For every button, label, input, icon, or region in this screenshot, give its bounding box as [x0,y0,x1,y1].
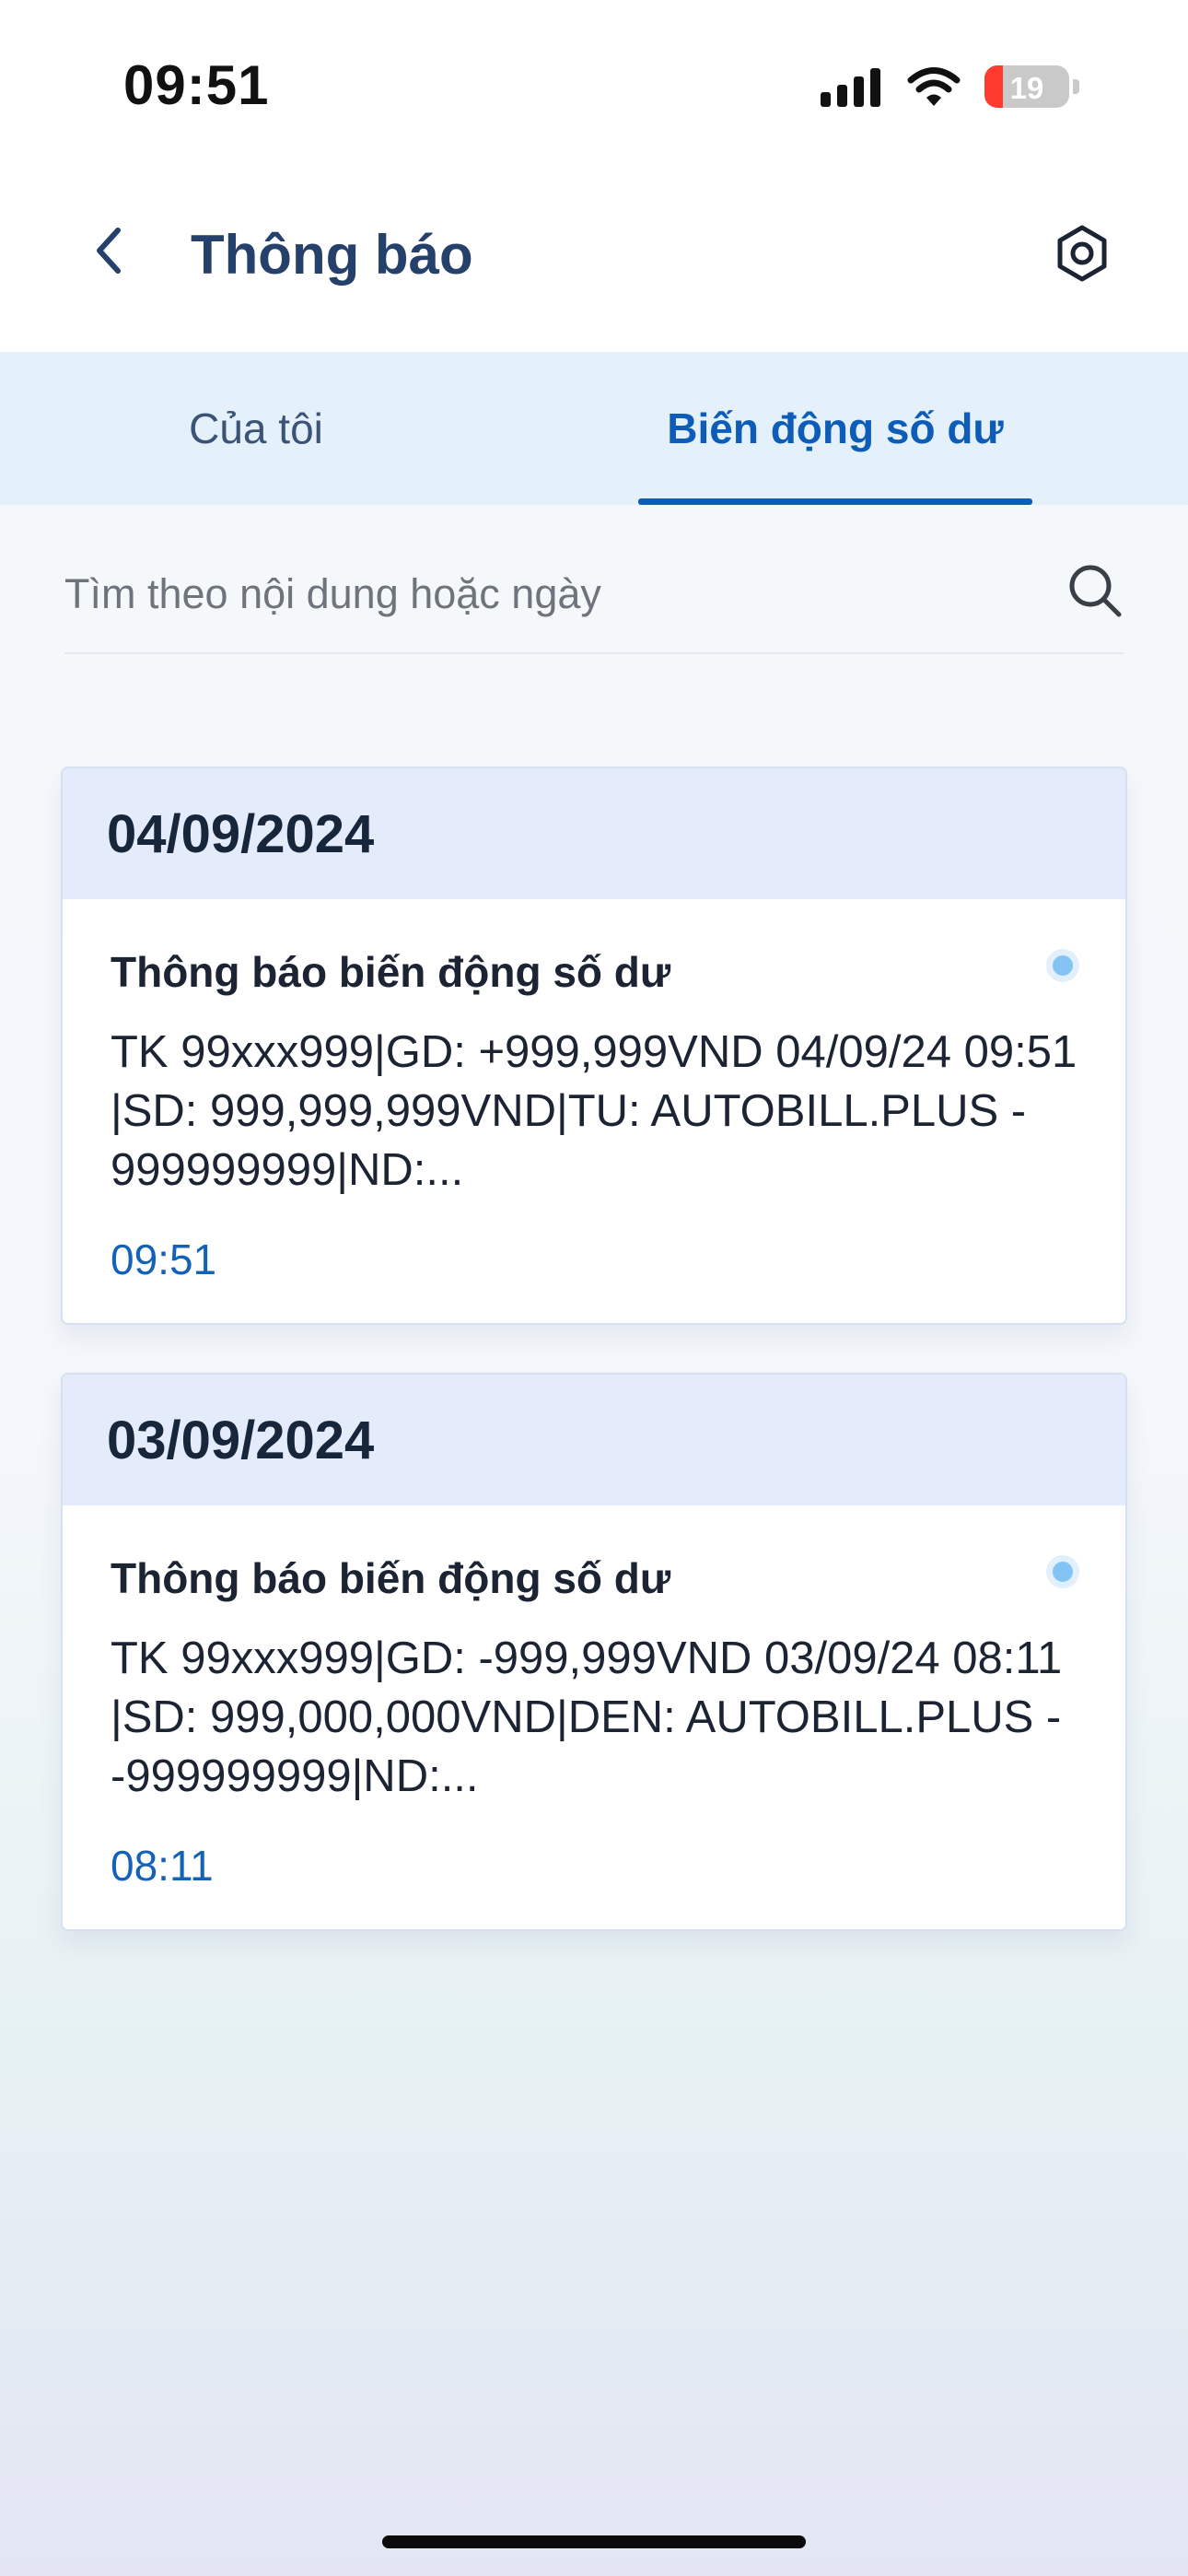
tab-balance-changes[interactable]: Biến động số dư [638,352,1032,505]
notification-body: TK 99xxx999|GD: +999,999VND 04/09/24 09:… [111,1027,1077,1195]
battery-icon: 19 [984,65,1069,108]
chevron-left-icon [97,228,121,274]
notification-title: Thông báo biến động số dư [111,948,671,996]
battery-level-text: 19 [1009,71,1044,105]
battery-cap [1073,79,1079,94]
gear-icon [1057,225,1107,282]
active-tab-indicator [638,498,1032,505]
notification-body: TK 99xxx999|GD: -999,999VND 03/09/24 08:… [111,1633,1063,1801]
home-indicator [382,2535,806,2548]
notification-time: 08:11 [111,1842,214,1890]
tab-my-notifications[interactable]: Của tôi [0,352,512,505]
unread-indicator [1046,949,1079,982]
wifi-icon [907,67,961,106]
unread-indicator [1046,1555,1079,1588]
notification-card[interactable]: 04/09/2024 Thông báo biến động số dư TK … [61,767,1127,1325]
status-icons: 19 [821,64,1079,109]
search-input[interactable] [64,562,985,626]
tab-bar: Của tôi Biến động số dư [0,352,1188,505]
notification-date-header: 04/09/2024 [63,768,1125,899]
status-time: 09:51 [123,54,270,116]
search-bar [64,534,1124,654]
notification-date-header: 03/09/2024 [63,1375,1125,1505]
notification-card[interactable]: 03/09/2024 Thông báo biến động số dư TK … [61,1373,1127,1931]
back-button[interactable] [81,223,136,278]
cellular-signal-icon [821,68,880,107]
app-header: Thông báo [0,175,1188,352]
settings-button[interactable] [1052,223,1112,284]
page-title: Thông báo [191,224,473,286]
notification-title: Thông báo biến động số dư [111,1554,671,1602]
notification-time: 09:51 [111,1235,217,1283]
status-bar: 09:51 19 [0,0,1188,175]
search-icon[interactable] [1066,562,1124,619]
